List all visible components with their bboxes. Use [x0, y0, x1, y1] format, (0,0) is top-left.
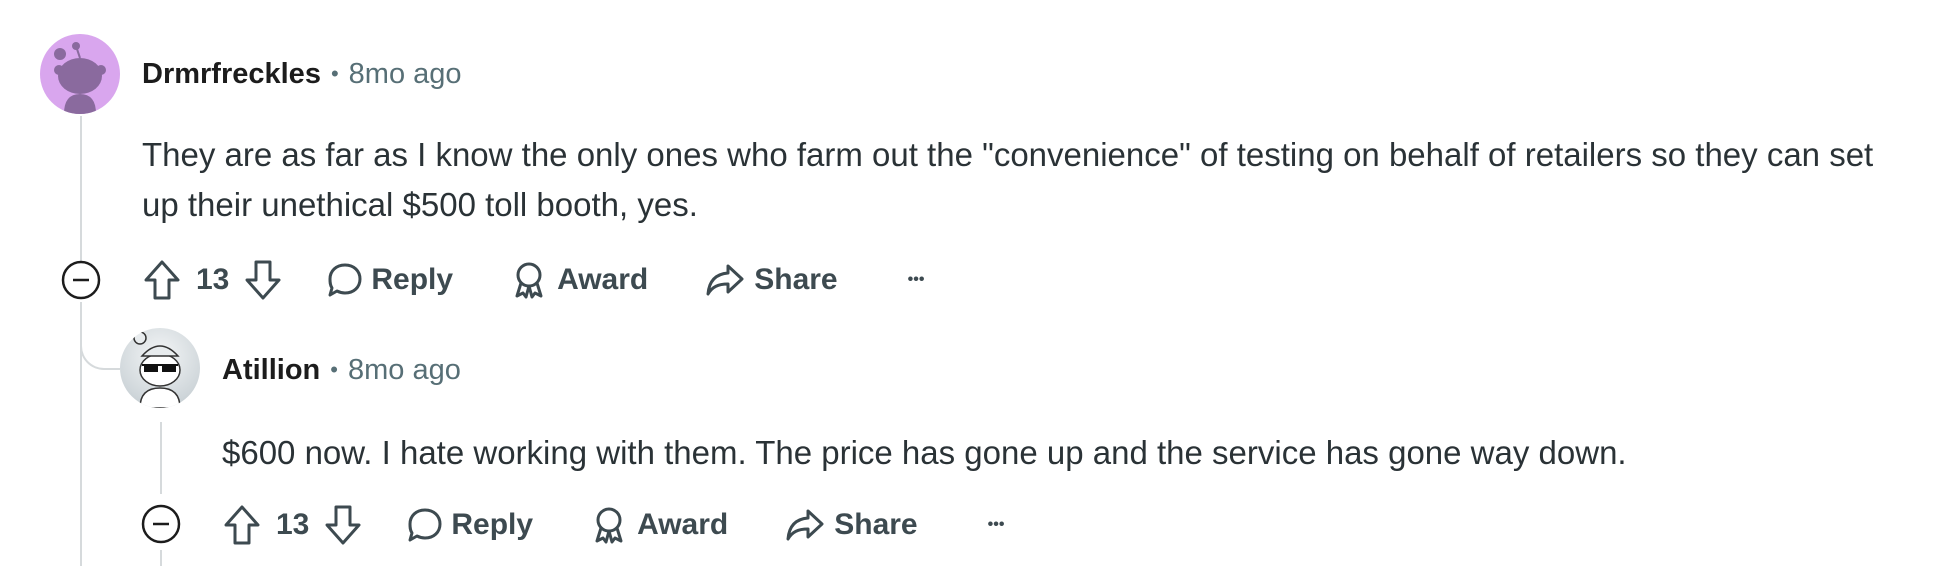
comment-actions: 13 Reply Award Share •••	[222, 500, 1004, 550]
upvote-icon	[144, 260, 180, 300]
comment-body: $600 now. I hate working with them. The …	[222, 434, 1627, 471]
timestamp[interactable]: 8mo ago	[349, 58, 462, 91]
reply-label: Reply	[371, 263, 454, 296]
collapse-icon[interactable]	[141, 504, 181, 544]
more-options-button[interactable]: •••	[988, 516, 1005, 534]
snoo-avatar-icon	[54, 42, 106, 114]
reply-button[interactable]: Reply	[405, 505, 533, 545]
downvote-button[interactable]	[323, 503, 363, 547]
share-button[interactable]: Share	[784, 505, 918, 545]
share-icon	[786, 509, 824, 541]
reply-connector	[80, 310, 120, 370]
comment-meta: Drmrfreckles • 8mo ago	[142, 54, 462, 94]
meta-separator: •	[330, 357, 338, 382]
reply-icon	[328, 263, 362, 297]
timestamp[interactable]: 8mo ago	[348, 354, 461, 387]
thread-line-2	[160, 422, 162, 494]
reply-icon	[408, 508, 442, 542]
snoo-avatar-icon	[133, 331, 181, 408]
award-icon	[515, 262, 543, 299]
reply-label: Reply	[451, 508, 534, 541]
comment-body: They are as far as I know the only ones …	[142, 136, 1874, 223]
downvote-button[interactable]	[243, 258, 283, 302]
avatar[interactable]	[120, 328, 200, 408]
meta-separator: •	[330, 61, 339, 86]
more-icon: •••	[907, 271, 925, 288]
share-icon	[706, 264, 744, 296]
more-icon: •••	[987, 516, 1005, 533]
more-options-button[interactable]: •••	[908, 271, 925, 289]
award-label: Award	[557, 263, 649, 296]
vote-count: 13	[196, 263, 230, 296]
award-button[interactable]: Award	[589, 505, 728, 545]
share-label: Share	[834, 508, 918, 541]
award-button[interactable]: Award	[509, 260, 648, 300]
vote-count: 13	[276, 508, 310, 541]
thread-line-2b	[160, 550, 162, 566]
downvote-icon	[325, 505, 361, 545]
avatar[interactable]	[40, 34, 120, 114]
upvote-button[interactable]	[142, 258, 182, 302]
award-label: Award	[637, 508, 729, 541]
reply-button[interactable]: Reply	[325, 260, 453, 300]
share-button[interactable]: Share	[704, 260, 838, 300]
username[interactable]: Atillion	[222, 354, 320, 387]
downvote-icon	[245, 260, 281, 300]
comment-meta: Atillion • 8mo ago	[222, 350, 461, 390]
award-icon	[595, 507, 623, 544]
comment-actions: 13 Reply Award Share •••	[142, 255, 924, 305]
upvote-button[interactable]	[222, 503, 262, 547]
collapse-icon[interactable]	[61, 260, 101, 300]
username[interactable]: Drmrfreckles	[142, 58, 321, 91]
thread-line-1	[80, 116, 82, 266]
upvote-icon	[224, 505, 260, 545]
share-label: Share	[754, 263, 838, 296]
